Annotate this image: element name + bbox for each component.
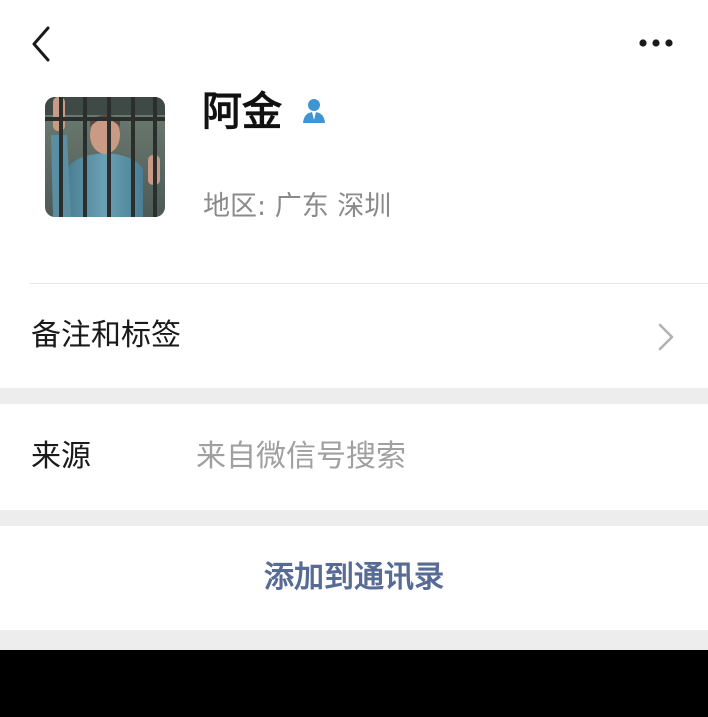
source-value: 来自微信号搜索 (196, 439, 406, 474)
avatar-image (45, 97, 165, 217)
remark-and-tags-row[interactable]: 备注和标签 (0, 284, 708, 388)
source-label: 来源 (31, 439, 91, 474)
bottom-black-bar (0, 650, 708, 717)
avatar[interactable] (45, 97, 165, 217)
chevron-left-icon (32, 26, 50, 62)
more-dots-icon (639, 39, 673, 47)
chevron-right-icon (658, 323, 674, 351)
region-label: 地区: (203, 191, 267, 222)
region-line: 地区: 广东 深圳 (203, 188, 391, 226)
back-button[interactable] (26, 26, 56, 62)
add-to-contacts-button[interactable]: 添加到通讯录 (0, 526, 708, 630)
source-row: 来源 来自微信号搜索 (0, 404, 708, 510)
remark-and-tags-label: 备注和标签 (31, 318, 181, 353)
region-value: 广东 深圳 (274, 191, 392, 222)
more-button[interactable] (632, 28, 680, 58)
contact-profile-screen: 阿金 地区: 广东 深圳 备注和标签 来源 来自微信号搜索 添加到通讯录 (0, 0, 708, 650)
contact-name: 阿金 (202, 89, 282, 135)
add-contact-card: 添加到通讯录 (0, 526, 708, 630)
contact-person-icon (300, 96, 328, 124)
profile-card: 阿金 地区: 广东 深圳 备注和标签 (0, 0, 708, 388)
